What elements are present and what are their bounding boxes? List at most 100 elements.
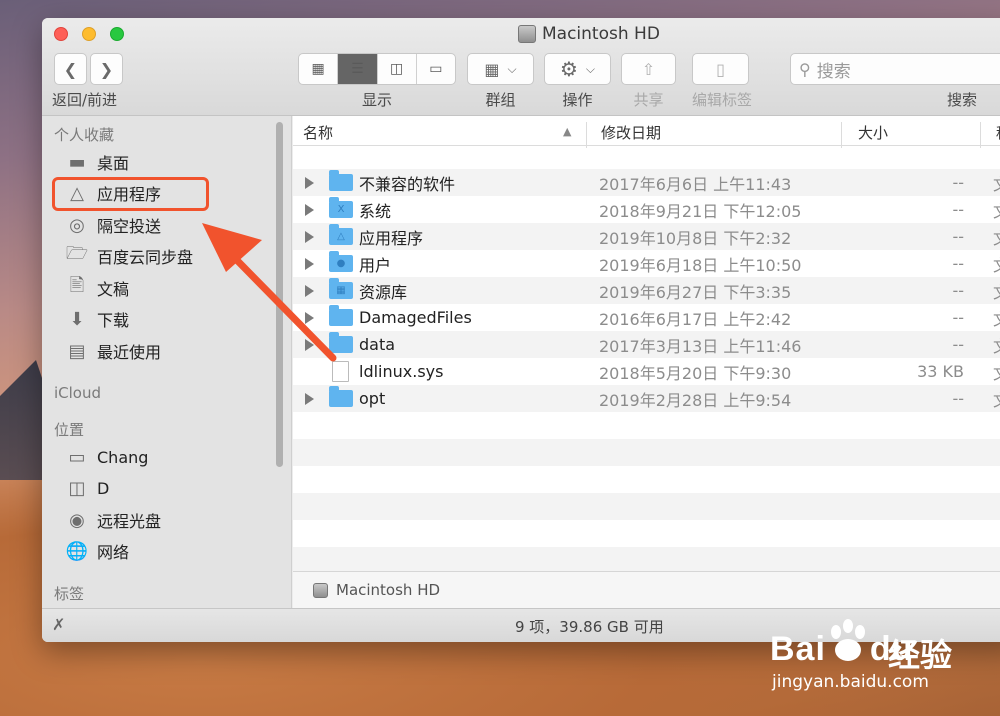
window-title-text: Macintosh HD [542, 24, 660, 44]
toolbar: Macintosh HD ❮ ❯ 返回/前进 ▦ ☰ ◫ ▭ 显示 ▦ ⌵ 群组… [42, 18, 1000, 116]
table-row[interactable]: ▦ 资源库 2019年6月27日 下午3:35 -- 文 [293, 277, 1000, 304]
file-name: opt [359, 389, 386, 408]
watermark-url: jingyan.baidu.com [772, 672, 929, 692]
sidebar-item-airdrop[interactable]: ◎ 隔空投送 [66, 211, 161, 239]
action-label: 操作 [562, 91, 593, 109]
icon-view-button[interactable]: ▦ [299, 54, 339, 84]
forward-button[interactable]: ❯ [90, 53, 123, 85]
column-view-button[interactable]: ◫ [378, 54, 417, 84]
sidebar-item-d[interactable]: ◫ D [66, 474, 109, 502]
disclosure-triangle-icon[interactable] [305, 257, 314, 270]
path-bar: Macintosh HD [293, 571, 1000, 608]
sidebar-item-label: 隔空投送 [97, 217, 162, 236]
sidebar-item-documents[interactable]: 🖹 文稿 [66, 274, 129, 302]
watermark: Bai du 经验 jingyan.baidu.com [770, 618, 990, 708]
file-kind: 文 [993, 360, 1000, 384]
file-date: 2019年2月28日 上午9:54 [599, 390, 792, 410]
disclosure-triangle-icon[interactable] [305, 284, 314, 297]
gallery-view-button[interactable]: ▭ [417, 54, 455, 84]
sidebar-scrollbar[interactable] [276, 122, 283, 467]
search-placeholder: 搜索 [816, 61, 851, 82]
empty-row [293, 439, 1000, 466]
column-divider[interactable] [586, 122, 587, 148]
file-date: 2018年5月20日 下午9:30 [599, 363, 792, 383]
table-row[interactable]: ● 用户 2019年6月18日 上午10:50 -- 文 [293, 250, 1000, 277]
empty-row [293, 520, 1000, 547]
disclosure-triangle-icon[interactable] [305, 176, 314, 189]
search-field[interactable]: ⚲ 搜索 [790, 53, 1000, 85]
recents-icon: ▤ [68, 340, 86, 362]
column-kind-header[interactable]: 种 [996, 122, 1000, 143]
grid-icon: ▦ [311, 61, 325, 77]
table-row[interactable]: ldlinux.sys 2018年5月20日 下午9:30 33 KB 文 [293, 358, 1000, 385]
disclosure-triangle-icon[interactable] [305, 230, 314, 243]
table-row[interactable]: opt 2019年2月28日 上午9:54 -- 文 [293, 385, 1000, 412]
system-folder-icon: X [329, 197, 353, 218]
watermark-logo-text: Bai [770, 630, 826, 668]
share-button[interactable]: ⇧ [621, 53, 676, 85]
sidebar-item-downloads[interactable]: ⬇ 下载 [66, 305, 129, 333]
back-button[interactable]: ❮ [54, 53, 87, 85]
list-view-button[interactable]: ☰ [338, 54, 378, 84]
sidebar-item-chang[interactable]: ▭ Chang [66, 443, 148, 471]
column-divider[interactable] [841, 122, 842, 148]
table-row[interactable]: DamagedFiles 2016年6月17日 上午2:42 -- 文 [293, 304, 1000, 331]
file-size: 33 KB [917, 362, 964, 381]
column-date-header[interactable]: 修改日期 [601, 122, 661, 143]
zoom-button[interactable] [110, 27, 124, 41]
gear-icon: ⚙ [559, 57, 578, 81]
file-kind: 文 [993, 306, 1000, 330]
view-label: 显示 [361, 91, 392, 109]
sidebar-item-label: 远程光盘 [97, 512, 162, 531]
table-row[interactable]: data 2017年3月13日 上午11:46 -- 文 [293, 331, 1000, 358]
file-kind: 文 [993, 333, 1000, 357]
sidebar-item-label: 文稿 [97, 280, 130, 299]
group-button[interactable]: ▦ ⌵ [467, 53, 534, 85]
sidebar-item-network[interactable]: 🌐 网络 [66, 537, 129, 565]
sidebar-item-label: 下载 [97, 311, 130, 330]
disclosure-triangle-icon[interactable] [305, 311, 314, 324]
sidebar-item-remote-disc[interactable]: ◉ 远程光盘 [66, 506, 161, 534]
sidebar-item-label: D [97, 478, 110, 498]
column-divider[interactable] [980, 122, 981, 148]
table-row[interactable]: X 系统 2018年9月21日 下午12:05 -- 文 [293, 196, 1000, 223]
table-row[interactable]: 不兼容的软件 2017年6月6日 上午11:43 -- 文 [293, 169, 1000, 196]
favorites-heading: 个人收藏 [54, 126, 115, 144]
hard-drive-icon [518, 25, 536, 43]
file-date: 2019年10月8日 下午2:32 [599, 228, 792, 248]
path-bar-item[interactable]: Macintosh HD [336, 581, 440, 599]
action-button[interactable]: ⚙ ⌵ [544, 53, 611, 85]
column-size-header[interactable]: 大小 [858, 122, 888, 143]
watermark-cn: 经验 [888, 636, 953, 674]
file-size: -- [952, 389, 964, 408]
column-name-header[interactable]: 名称 [303, 122, 333, 143]
disclosure-triangle-icon[interactable] [305, 203, 314, 216]
icloud-heading: iCloud [54, 384, 102, 402]
folder-icon [329, 332, 353, 353]
file-name: DamagedFiles [359, 308, 472, 327]
tags-heading: 标签 [54, 585, 85, 603]
edit-tags-button[interactable]: ▯ [692, 53, 749, 85]
disc-icon: ◉ [69, 509, 85, 531]
file-list: 名称 ▲ 修改日期 大小 种 不兼容的软件 2017年6月6日 上午11:43 … [293, 116, 1000, 608]
disclosure-triangle-icon[interactable] [305, 392, 314, 405]
app-glyph-icon: △ [337, 231, 345, 242]
sidebar-item-label: 最近使用 [97, 343, 162, 362]
finder-window: Macintosh HD ❮ ❯ 返回/前进 ▦ ☰ ◫ ▭ 显示 ▦ ⌵ 群组… [42, 18, 1000, 642]
sort-indicator-icon: ▲ [563, 125, 572, 138]
library-glyph-icon: ▦ [336, 285, 346, 296]
file-size: -- [952, 308, 964, 327]
sidebar-item-baidu-sync[interactable]: 🗁 百度云同步盘 [66, 242, 193, 270]
sidebar-item-label: 桌面 [97, 154, 130, 173]
search-label: 搜索 [946, 91, 977, 109]
sidebar-item-label: Chang [97, 447, 149, 467]
sidebar-item-recents[interactable]: ▤ 最近使用 [66, 337, 161, 365]
table-row[interactable]: △ 应用程序 2019年10月8日 下午2:32 -- 文 [293, 223, 1000, 250]
close-button[interactable] [54, 27, 68, 41]
sidebar-item-desktop[interactable]: ▬ 桌面 [66, 148, 129, 176]
file-date: 2017年3月13日 上午11:46 [599, 336, 802, 356]
file-name: data [359, 335, 396, 354]
minimize-button[interactable] [82, 27, 96, 41]
file-kind: 文 [993, 225, 1000, 249]
disclosure-triangle-icon[interactable] [305, 338, 314, 351]
